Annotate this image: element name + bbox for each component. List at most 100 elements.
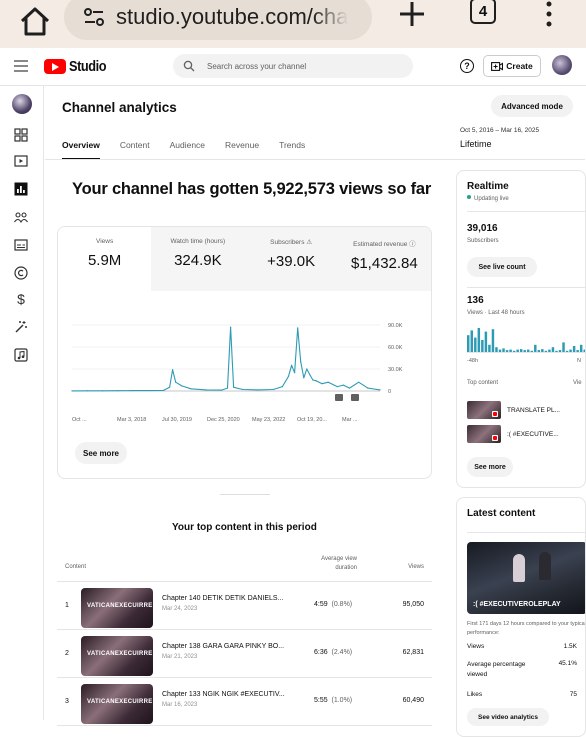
table-row[interactable]: 3 VATICANEXECUIRRE Chapter 133 NGIK NGIK… — [57, 678, 432, 726]
stat-label: Average percentage viewed — [467, 661, 526, 678]
realtime-bar — [474, 337, 477, 352]
realtime-bar — [548, 349, 551, 352]
site-settings-icon[interactable] — [82, 5, 106, 29]
data-point — [181, 385, 183, 387]
realtime-video-title[interactable]: :( #EXECUTIVE... — [507, 431, 559, 438]
address-bar[interactable]: studio.youtube.com/cha — [64, 0, 372, 40]
video-date: Mar 24, 2023 — [162, 606, 198, 612]
data-point — [132, 390, 134, 392]
more-vert-icon[interactable] — [543, 0, 555, 28]
thumbnail-text: VATICANEXECUIRRE — [87, 603, 153, 609]
realtime-bar — [551, 347, 555, 352]
video-thumbnail[interactable]: VATICANEXECUIRRE — [81, 636, 153, 676]
x-tick-label: Jul 30, 2019 — [162, 417, 192, 423]
data-point — [315, 380, 317, 382]
table-row[interactable]: 1 VATICANEXECUIRRE Chapter 140 DETIK DET… — [57, 582, 432, 630]
video-title[interactable]: Chapter 138 GARA GARA PINKY BO... — [162, 643, 284, 650]
duration-value: 6:36 — [314, 649, 328, 656]
create-button[interactable]: Create — [483, 55, 541, 77]
metric-subscribers[interactable]: Subscribers ⚠ +39.0K — [244, 227, 338, 291]
period-selector[interactable]: Lifetime — [460, 139, 492, 149]
video-thumbnail[interactable]: VATICANEXECUIRRE — [81, 588, 153, 628]
data-point — [190, 388, 192, 390]
home-icon[interactable] — [18, 4, 52, 38]
youtube-play-icon — [44, 59, 66, 74]
see-more-button[interactable]: See more — [467, 457, 513, 477]
search-icon — [183, 60, 195, 72]
data-point — [86, 390, 88, 392]
tab-overview[interactable]: Overview — [62, 140, 100, 160]
data-point — [300, 361, 302, 363]
realtime-bar — [498, 349, 502, 352]
see-video-analytics-button[interactable]: See video analytics — [467, 708, 549, 726]
search-input[interactable]: Search across your channel — [173, 54, 413, 78]
x-tick-label: Oct 19, 20... — [297, 417, 327, 423]
row-rank: 2 — [65, 650, 69, 657]
realtime-bar — [470, 330, 473, 352]
data-point — [147, 389, 149, 392]
video-thumbnail[interactable]: VATICANEXECUIRRE — [81, 684, 153, 724]
channel-avatar[interactable] — [12, 94, 32, 114]
latest-video-thumbnail[interactable]: :( #EXECUTIVEROLEPLAY — [467, 542, 585, 614]
data-point — [71, 390, 73, 392]
data-point — [367, 387, 369, 389]
earn-icon[interactable]: $ — [14, 291, 28, 307]
realtime-bar — [512, 350, 516, 352]
data-point — [257, 389, 259, 391]
content-icon[interactable] — [14, 154, 28, 168]
realtime-bar-chart[interactable] — [467, 327, 586, 353]
data-point — [281, 386, 284, 388]
series-line — [71, 326, 381, 392]
data-point — [101, 390, 104, 392]
data-point — [172, 369, 174, 371]
realtime-bar — [467, 335, 470, 352]
account-avatar[interactable] — [552, 55, 572, 75]
tab-switcher-button[interactable]: 4 — [470, 0, 496, 24]
annotation-marker — [335, 394, 343, 401]
data-point — [342, 384, 345, 386]
audio-library-icon[interactable] — [14, 348, 28, 362]
copyright-icon[interactable] — [14, 266, 28, 280]
video-title[interactable]: Chapter 133 NGIK NGIK #EXECUTIV... — [162, 691, 285, 698]
metric-watch-time[interactable]: Watch time (hours) 324.9K — [151, 227, 245, 291]
realtime-bar — [484, 331, 488, 352]
metric-revenue[interactable]: Estimated revenue ⓘ $1,432.84 — [337, 227, 431, 291]
metric-tabs: Views 5.9M Watch time (hours) 324.9K Sub… — [58, 227, 431, 291]
tab-trends[interactable]: Trends — [279, 140, 305, 160]
latest-content-card: Latest content :( #EXECUTIVEROLEPLAY Fir… — [456, 497, 586, 737]
new-tab-icon[interactable] — [398, 0, 426, 28]
realtime-bar — [572, 346, 576, 352]
see-more-button[interactable]: See more — [75, 442, 127, 464]
analytics-icon[interactable] — [14, 182, 28, 196]
data-point — [175, 381, 177, 383]
advanced-mode-button[interactable]: Advanced mode — [491, 95, 573, 117]
see-live-count-button[interactable]: See live count — [467, 257, 537, 277]
views-chart[interactable]: 90.0K 60.0K 30.0K 0 Oct ... Mar 3, 2018 Jul 30… — [58, 291, 432, 441]
date-range[interactable]: Oct 5, 2016 – Mar 16, 2025 — [460, 127, 539, 134]
y-tick-label: 90.0K — [388, 323, 403, 329]
views-headline: Your channel has gotten 5,922,573 views … — [72, 180, 432, 198]
data-point — [312, 379, 314, 381]
help-icon[interactable]: ? — [460, 59, 474, 73]
create-label: Create — [506, 61, 533, 71]
tab-content[interactable]: Content — [120, 140, 150, 160]
dashboard-icon[interactable] — [14, 128, 28, 142]
search-placeholder: Search across your channel — [207, 61, 307, 71]
metric-views[interactable]: Views 5.9M — [58, 227, 152, 291]
video-title[interactable]: Chapter 140 DETIK DETIK DANIELS... — [162, 595, 283, 602]
realtime-video-thumbnail[interactable] — [467, 401, 501, 419]
realtime-video-title[interactable]: TRANSLATE PL... — [507, 407, 560, 414]
studio-logo[interactable]: Studio — [44, 58, 113, 75]
latest-content-title: Latest content — [467, 508, 536, 519]
create-video-icon — [491, 61, 504, 71]
tab-revenue[interactable]: Revenue — [225, 140, 259, 160]
metric-value: $1,432.84 — [351, 255, 418, 272]
realtime-video-thumbnail[interactable] — [467, 425, 501, 443]
community-icon[interactable] — [14, 210, 28, 224]
table-row[interactable]: 2 VATICANEXECUIRRE Chapter 138 GARA GARA… — [57, 630, 432, 678]
subtitles-icon[interactable] — [14, 238, 28, 252]
menu-icon[interactable] — [14, 60, 28, 72]
annotation-marker — [351, 394, 359, 401]
tab-audience[interactable]: Audience — [170, 140, 205, 160]
customization-icon[interactable] — [14, 320, 28, 334]
